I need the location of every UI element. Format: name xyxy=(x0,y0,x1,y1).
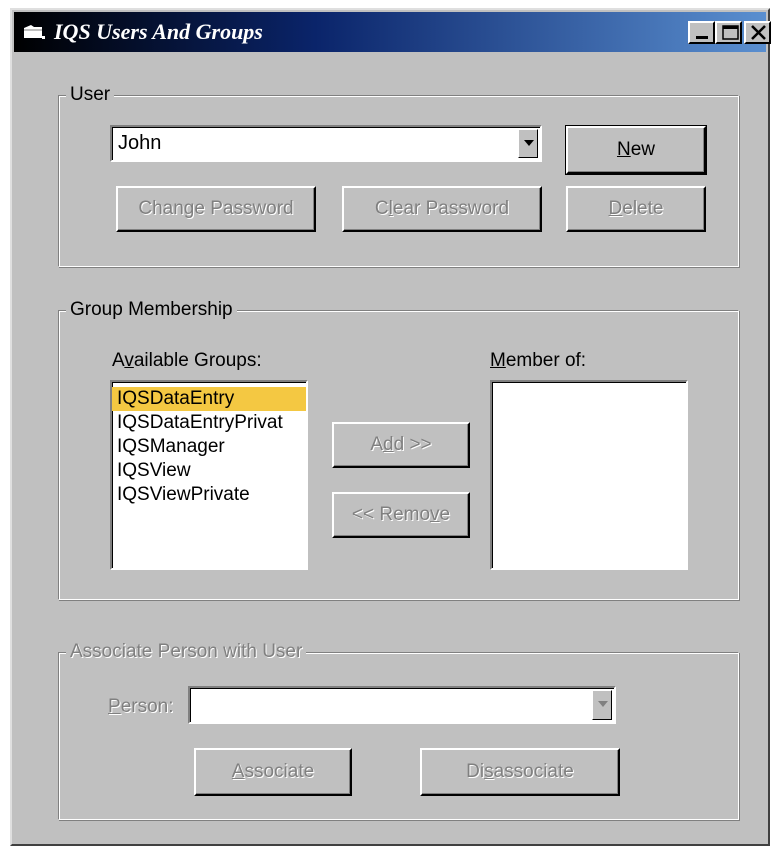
minimize-button[interactable] xyxy=(688,21,715,44)
person-label: Person: xyxy=(108,696,174,717)
group-membership-legend: Group Membership xyxy=(66,299,237,321)
member-of-label: Member of: xyxy=(490,350,587,371)
list-item[interactable]: IQSDataEntry xyxy=(112,387,306,411)
user-combo-dropdown-button[interactable] xyxy=(518,129,538,158)
available-groups-label: Available Groups: xyxy=(112,350,262,371)
minimize-icon xyxy=(696,36,708,39)
list-item[interactable]: IQSViewPrivate xyxy=(112,483,306,507)
associate-person-groupbox xyxy=(58,652,739,820)
window-title: IQS Users And Groups xyxy=(54,19,263,44)
member-of-listbox[interactable] xyxy=(490,380,688,570)
close-icon xyxy=(751,25,766,40)
change-password-button[interactable]: Chan g e Password xyxy=(116,186,316,232)
maximize-icon xyxy=(722,25,739,40)
maximize-button[interactable] xyxy=(715,21,742,44)
associate-button[interactable]: Associate xyxy=(194,748,352,796)
iqs-users-and-groups-window: IQS Users And Groups User John N ew Chan… xyxy=(10,8,771,846)
delete-button[interactable]: Delete xyxy=(566,186,706,232)
list-item[interactable]: IQSDataEntryPrivat xyxy=(112,411,306,435)
clear-password-button[interactable]: Cl ear Password xyxy=(342,186,542,232)
add-button[interactable]: Add >> xyxy=(332,422,470,468)
list-item[interactable]: IQSView xyxy=(112,459,306,483)
user-legend: User xyxy=(66,84,115,106)
person-combo[interactable] xyxy=(188,686,616,724)
user-combo[interactable]: John xyxy=(110,125,542,162)
folder-icon[interactable] xyxy=(22,22,46,42)
disassociate-button[interactable]: Di s associate xyxy=(420,748,620,796)
available-groups-listbox[interactable]: IQSDataEntry IQSDataEntryPrivat IQSManag… xyxy=(110,380,308,570)
remove-button[interactable]: << Remo v e xyxy=(332,492,470,538)
user-combo-value: John xyxy=(118,132,162,154)
new-button[interactable]: New xyxy=(565,125,707,175)
person-combo-dropdown-button[interactable] xyxy=(592,690,612,720)
chevron-down-icon xyxy=(598,701,608,707)
chevron-down-icon xyxy=(524,140,534,146)
title-bar[interactable]: IQS Users And Groups xyxy=(14,12,771,52)
user-groupbox xyxy=(58,95,739,267)
close-button[interactable] xyxy=(744,21,771,44)
list-item[interactable]: IQSManager xyxy=(112,435,306,459)
associate-person-legend: Associate Person with User xyxy=(66,641,307,663)
